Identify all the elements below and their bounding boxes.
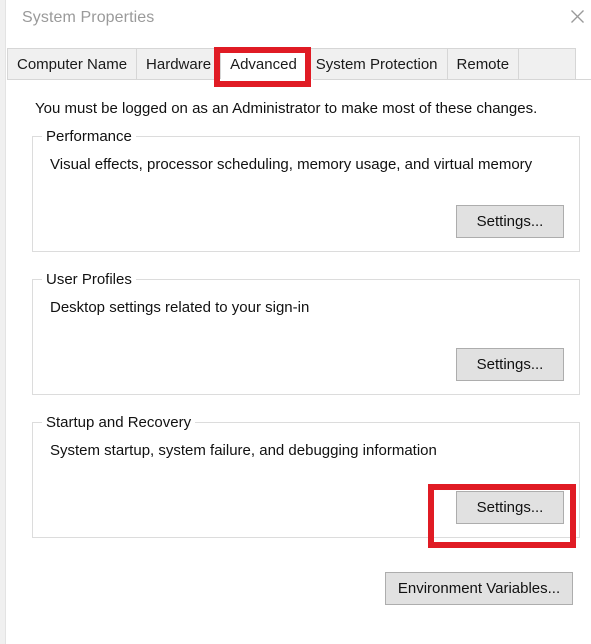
environment-variables-button[interactable]: Environment Variables... — [385, 572, 573, 605]
tab-system-protection[interactable]: System Protection — [306, 49, 448, 80]
tab-strip: Computer Name Hardware Advanced System P… — [7, 48, 576, 80]
startup-and-recovery-settings-button[interactable]: Settings... — [456, 491, 564, 524]
tab-computer-name[interactable]: Computer Name — [8, 49, 138, 80]
close-icon[interactable] — [555, 0, 591, 32]
performance-group: Performance Visual effects, processor sc… — [32, 128, 580, 252]
tab-label: Hardware — [146, 56, 212, 73]
tab-strip-filler — [519, 49, 575, 80]
tab-label: Advanced — [230, 56, 297, 73]
advanced-tab-panel: You must be logged on as an Administrato… — [7, 79, 591, 644]
user-profiles-description: Desktop settings related to your sign-in — [50, 299, 310, 316]
performance-settings-button[interactable]: Settings... — [456, 205, 564, 238]
title-bar: System Properties — [6, 0, 591, 40]
tab-advanced[interactable]: Advanced — [221, 49, 307, 80]
performance-group-legend: Performance — [42, 128, 136, 145]
tab-label: Computer Name — [17, 56, 128, 73]
system-properties-window: System Properties Computer Name Hardware… — [0, 0, 591, 644]
performance-description: Visual effects, processor scheduling, me… — [50, 156, 533, 173]
user-profiles-group-legend: User Profiles — [42, 271, 136, 288]
tab-remote[interactable]: Remote — [447, 49, 520, 80]
user-profiles-settings-button[interactable]: Settings... — [456, 348, 564, 381]
user-profiles-group: User Profiles Desktop settings related t… — [32, 271, 580, 395]
window-left-border — [0, 0, 6, 644]
tab-label: System Protection — [315, 56, 438, 73]
window-title: System Properties — [22, 9, 155, 26]
tab-hardware[interactable]: Hardware — [137, 49, 222, 80]
startup-and-recovery-group-legend: Startup and Recovery — [42, 414, 196, 431]
startup-and-recovery-description: System startup, system failure, and debu… — [50, 442, 437, 459]
administrator-notice: You must be logged on as an Administrato… — [35, 100, 538, 117]
startup-and-recovery-group: Startup and Recovery System startup, sys… — [32, 414, 580, 538]
tab-label: Remote — [456, 56, 510, 73]
